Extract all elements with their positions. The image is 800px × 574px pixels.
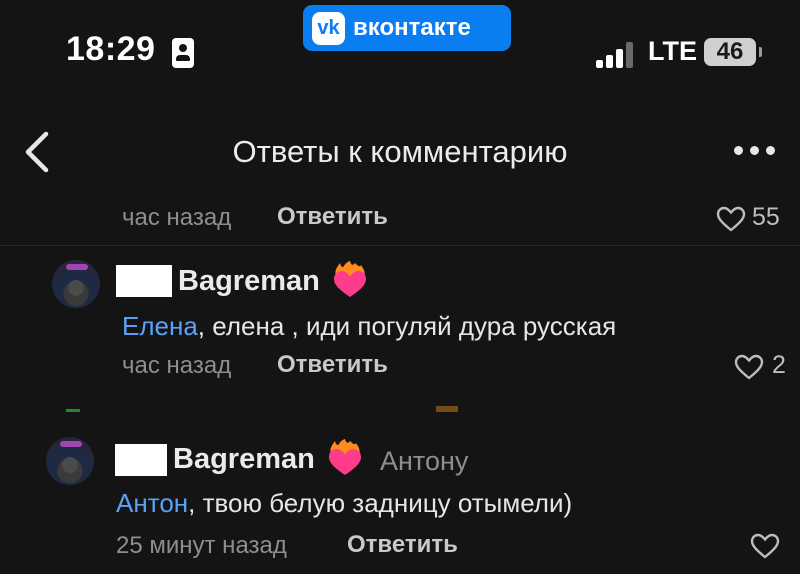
avatar[interactable] [52,260,100,308]
id-card-icon [172,38,194,68]
vk-app-badge[interactable]: vk вконтакте [303,5,511,51]
scroll-artifact [436,406,458,412]
mention-link[interactable]: Елена [122,311,198,341]
reply-button[interactable]: Ответить [277,351,388,379]
page-title: Ответы к комментарию [232,134,568,169]
flame-heart-icon [329,439,361,475]
comment-time: час назад [122,204,232,231]
scroll-artifact [66,409,80,412]
mention-link[interactable]: Антон [116,488,188,518]
like-count: 2 [772,351,786,379]
heart-icon [750,533,780,559]
vk-app-name: вконтакте [353,14,471,41]
network-type: LTE [648,36,697,66]
avatar[interactable] [46,437,94,485]
vk-logo-icon: vk [312,12,345,45]
signal-icon [596,40,636,68]
comment-time: час назад [122,352,232,379]
heart-icon [734,354,764,380]
reply-button[interactable]: Ответить [277,203,388,231]
author-name[interactable]: Bagreman [178,265,320,298]
more-button[interactable] [730,141,778,161]
like-button[interactable]: 55 [716,203,786,233]
comment-body: , твою белую задницу отымели) [188,488,573,518]
redacted-name [116,265,172,297]
like-count: 55 [752,203,780,231]
like-button[interactable]: 2 [734,351,790,381]
comment-time: 25 минут назад [116,532,287,559]
divider [0,245,800,246]
battery-icon: 46 [704,38,762,66]
flame-heart-icon [334,261,366,297]
reply-button[interactable]: Ответить [347,531,458,559]
redacted-name [115,444,167,476]
heart-icon [716,206,746,232]
comment-body: , елена , иди погуляй дура русская [197,311,617,341]
author-name[interactable]: Bagreman [173,443,315,476]
comment-text: Антон, твою белую задницу отымели) [116,488,572,519]
status-time: 18:29 [66,30,156,68]
reply-addressee[interactable]: Антону [380,446,468,477]
like-button[interactable] [750,530,784,560]
comment-text: Елена, елена , иди погуляй дура русская [122,311,616,342]
